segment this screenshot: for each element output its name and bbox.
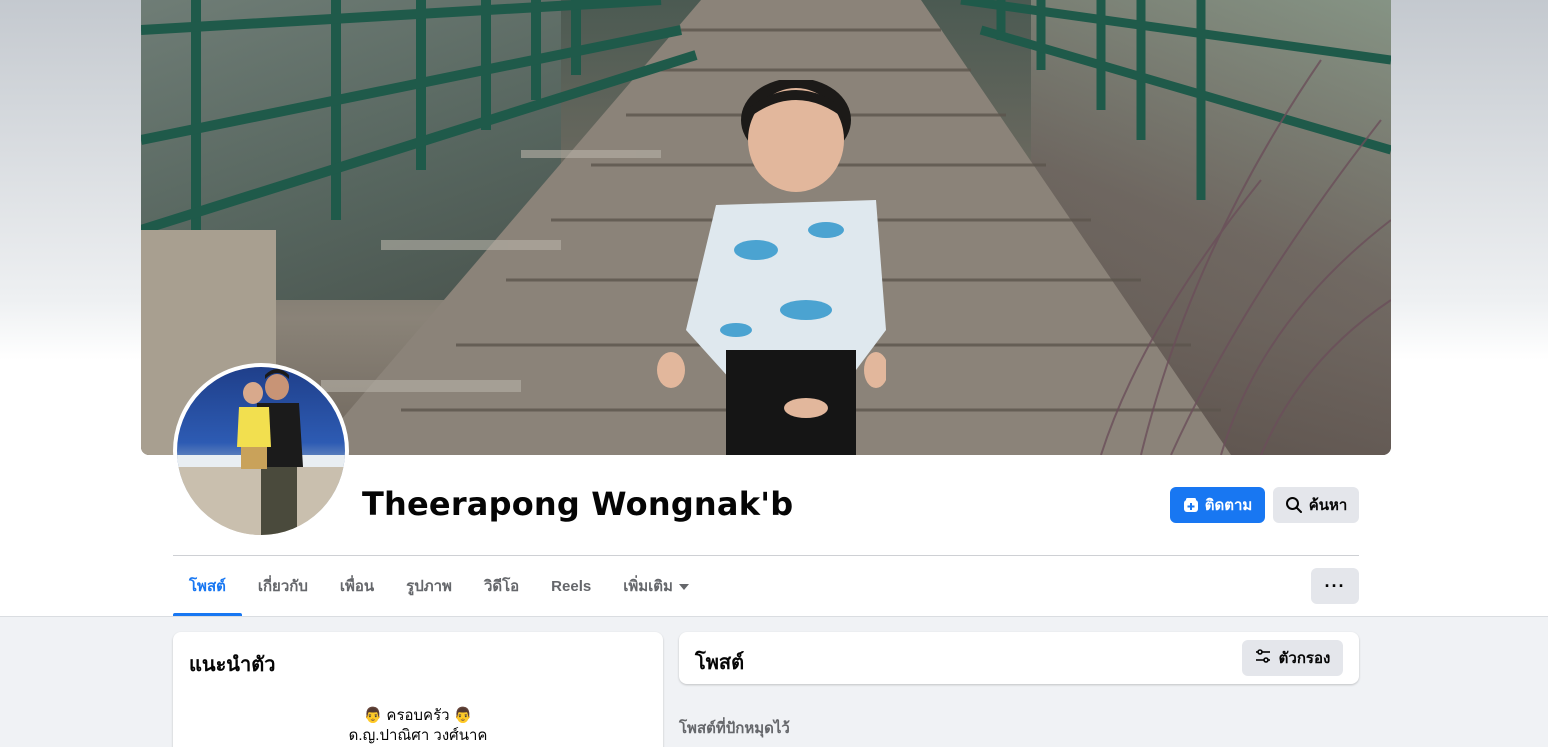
cover-child-illustration bbox=[657, 80, 886, 455]
intro-bio-line: 👨 ครอบครัว 👨 bbox=[363, 707, 473, 724]
follow-button[interactable]: ติดตาม bbox=[1170, 487, 1265, 523]
tab-more-label: เพิ่มเติม bbox=[623, 578, 673, 595]
posts-header-card: โพสต์ ตัวกรอง bbox=[679, 632, 1359, 684]
profile-tabs: โพสต์ เกี่ยวกับ เพื่อน รูปภาพ วิดีโอ Ree… bbox=[173, 556, 705, 616]
avatar-illustration bbox=[177, 369, 345, 535]
tab-posts[interactable]: โพสต์ bbox=[173, 556, 242, 616]
posts-title: โพสต์ bbox=[695, 652, 745, 674]
tab-about[interactable]: เกี่ยวกับ bbox=[242, 556, 324, 616]
intro-bio-line: ด.ญ.ปาณิศา วงศ์นาค bbox=[348, 727, 488, 744]
tab-friends[interactable]: เพื่อน bbox=[324, 556, 390, 616]
tab-videos[interactable]: วิดีโอ bbox=[468, 556, 535, 616]
tab-reels[interactable]: Reels bbox=[535, 556, 607, 616]
profile-search-button[interactable]: ค้นหา bbox=[1273, 487, 1359, 523]
filter-button-label: ตัวกรอง bbox=[1278, 650, 1331, 667]
tab-friends-label: เพื่อน bbox=[339, 578, 375, 595]
filter-button[interactable]: ตัวกรอง bbox=[1242, 640, 1343, 676]
profile-name: Theerapong Wongnak'b bbox=[362, 485, 794, 523]
cover-photo[interactable] bbox=[141, 0, 1391, 455]
filter-sliders-icon bbox=[1255, 648, 1271, 668]
search-icon bbox=[1285, 496, 1303, 514]
more-dots-icon: ··· bbox=[1324, 575, 1346, 596]
intro-title: แนะนำตัว bbox=[189, 654, 276, 676]
follow-button-label: ติดตาม bbox=[1204, 497, 1253, 514]
caret-down-icon bbox=[678, 584, 689, 590]
intro-bio: 👨 ครอบครัว 👨 ด.ญ.ปาณิศา วงศ์นาค bbox=[173, 706, 663, 746]
user-plus-icon bbox=[1183, 497, 1199, 513]
tab-posts-label: โพสต์ bbox=[189, 578, 226, 595]
profile-header: Theerapong Wongnak'b ติดตาม ค้นหา โพสต์ … bbox=[0, 0, 1548, 617]
tab-photos[interactable]: รูปภาพ bbox=[390, 556, 468, 616]
more-options-button[interactable]: ··· bbox=[1311, 568, 1359, 604]
tab-videos-label: วิดีโอ bbox=[483, 578, 520, 595]
intro-card: แนะนำตัว 👨 ครอบครัว 👨 ด.ญ.ปาณิศา วงศ์นาค bbox=[173, 632, 663, 747]
tab-photos-label: รูปภาพ bbox=[406, 578, 452, 595]
pinned-posts-label: โพสต์ที่ปักหมุดไว้ bbox=[679, 720, 790, 737]
search-button-label: ค้นหา bbox=[1308, 497, 1348, 514]
profile-avatar[interactable] bbox=[173, 363, 349, 539]
tab-reels-label: Reels bbox=[551, 577, 592, 595]
tab-about-label: เกี่ยวกับ bbox=[257, 578, 308, 595]
tab-more[interactable]: เพิ่มเติม bbox=[607, 556, 705, 616]
